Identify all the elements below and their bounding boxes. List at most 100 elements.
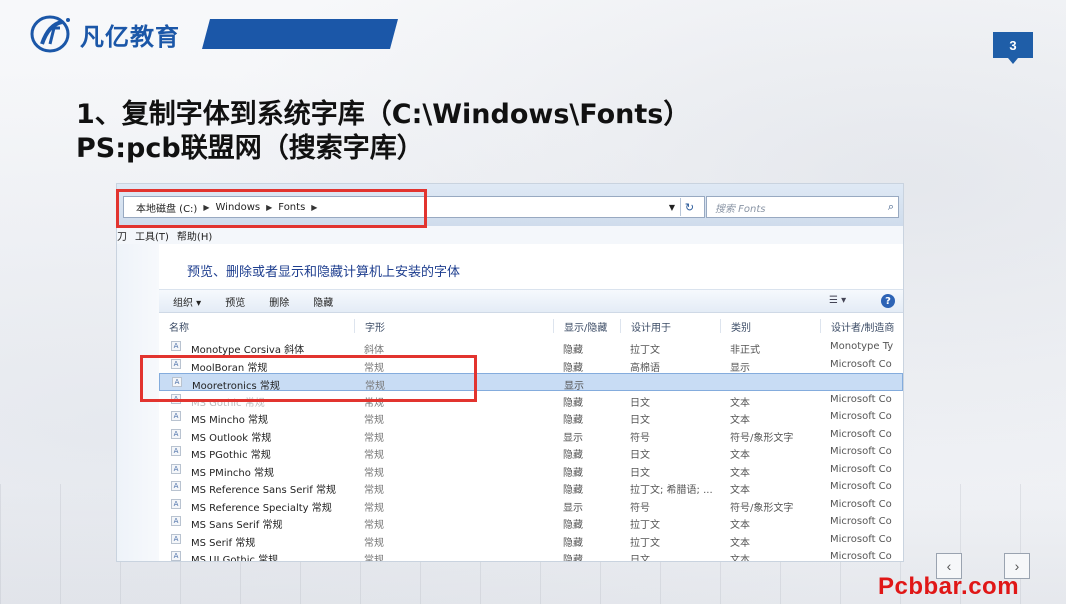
font-designed-for: 日文 bbox=[630, 397, 650, 409]
font-category: 文本 bbox=[730, 555, 750, 562]
font-designer: Microsoft Co bbox=[830, 498, 892, 510]
font-designed-for: 日文 bbox=[630, 450, 650, 461]
font-style: 常规 bbox=[364, 450, 384, 461]
column-header: 名称 字形 显示/隐藏 设计用于 类别 设计者/制造商 bbox=[159, 317, 903, 334]
font-designer: Microsoft Co bbox=[830, 446, 892, 457]
font-row[interactable]: A MS Mincho 常规 常规 隐藏 日文 文本 Microsoft Co bbox=[159, 408, 903, 426]
hide-button[interactable]: 隐藏 bbox=[313, 294, 333, 309]
font-visibility: 隐藏 bbox=[563, 397, 583, 409]
font-visibility: 隐藏 bbox=[563, 345, 583, 356]
font-category: 文本 bbox=[730, 467, 750, 479]
font-designer: Microsoft Co bbox=[830, 516, 892, 527]
font-style: 常规 bbox=[364, 555, 384, 562]
delete-button[interactable]: 删除 bbox=[269, 294, 289, 309]
font-designer: Monotype Ty bbox=[830, 341, 894, 352]
font-visibility: 隐藏 bbox=[563, 415, 583, 426]
font-row[interactable]: A Monotype Corsiva 斜体 斜体 隐藏 拉丁文 非正式 Monotype T… bbox=[159, 338, 903, 356]
font-file-icon: A bbox=[171, 463, 181, 474]
view-options-icon[interactable]: ☰ ▾ bbox=[829, 295, 846, 306]
font-row[interactable]: A MS Reference Sans Serif 常规 常规 隐藏 拉丁文; 希腊语;… bbox=[159, 478, 903, 496]
font-file-icon: A bbox=[171, 516, 181, 526]
font-visibility: 显示 bbox=[563, 502, 583, 514]
font-name: MS UI Gothic 常规 bbox=[191, 555, 279, 562]
font-designed-for: 拉丁文 bbox=[630, 537, 660, 549]
font-highlight-box bbox=[140, 355, 477, 402]
font-file-icon: A bbox=[171, 551, 181, 561]
font-file-icon: A bbox=[171, 411, 181, 421]
font-designed-for: 日文 bbox=[630, 555, 650, 562]
brand-logo: 凡亿教育 bbox=[30, 14, 180, 54]
font-designer: Microsoft Co bbox=[830, 358, 892, 370]
font-file-icon: A bbox=[171, 498, 181, 509]
font-style: 常规 bbox=[364, 415, 384, 426]
font-name: MS PMincho 常规 bbox=[191, 467, 275, 479]
page-number: 3 bbox=[993, 32, 1033, 64]
column-style[interactable]: 字形 bbox=[354, 319, 385, 334]
font-row[interactable]: A MS PMincho 常规 常规 隐藏 日文 文本 Microsoft Co bbox=[159, 461, 903, 479]
font-category: 文本 bbox=[730, 520, 750, 531]
font-category: 文本 bbox=[730, 450, 750, 461]
brand-name: 凡亿教育 bbox=[80, 22, 180, 51]
font-file-icon: A bbox=[171, 533, 181, 544]
organize-button[interactable]: 组织 ▾ bbox=[173, 294, 201, 309]
refresh-icon[interactable]: ↻ bbox=[680, 198, 698, 216]
font-file-icon: A bbox=[171, 341, 181, 351]
font-name: MS PGothic 常规 bbox=[191, 450, 271, 461]
column-category[interactable]: 类别 bbox=[720, 319, 751, 334]
search-icon[interactable]: ⌕ bbox=[888, 200, 894, 214]
menu-item-help[interactable]: 帮助(H) bbox=[177, 228, 212, 243]
font-row[interactable]: A MS UI Gothic 常规 常规 隐藏 日文 文本 Microsoft Co bbox=[159, 548, 903, 562]
help-icon[interactable]: ? bbox=[881, 294, 895, 308]
font-designed-for: 符号 bbox=[630, 502, 650, 514]
font-row[interactable]: A MS PGothic 常规 常规 隐藏 日文 文本 Microsoft Co bbox=[159, 443, 903, 461]
font-name: MS Outlook 常规 bbox=[191, 432, 272, 444]
font-designed-for: 拉丁文 bbox=[630, 345, 660, 356]
font-style: 常规 bbox=[364, 520, 384, 531]
menu-item-tools[interactable]: 工具(T) bbox=[135, 228, 169, 243]
column-designer[interactable]: 设计者/制造商 bbox=[820, 319, 894, 334]
menu-bar: 刀 工具(T) 帮助(H) bbox=[117, 226, 903, 244]
column-name[interactable]: 名称 bbox=[159, 319, 189, 334]
font-category: 非正式 bbox=[730, 345, 760, 356]
font-row[interactable]: A MS Outlook 常规 常规 显示 符号 符号/象形文字 Microsoft Co bbox=[159, 426, 903, 444]
fonts-heading: 预览、删除或者显示和隐藏计算机上安装的字体 bbox=[187, 265, 461, 280]
font-name: MS Serif 常规 bbox=[191, 537, 256, 549]
column-show-hide[interactable]: 显示/隐藏 bbox=[553, 319, 607, 334]
preview-button[interactable]: 预览 bbox=[225, 294, 245, 309]
column-designed-for[interactable]: 设计用于 bbox=[620, 319, 671, 334]
font-designed-for: 日文 bbox=[630, 415, 650, 426]
font-visibility: 隐藏 bbox=[563, 450, 583, 461]
watermark-text: Pcbbar.com bbox=[878, 573, 1020, 600]
font-name: MS Reference Specialty 常规 bbox=[191, 502, 332, 514]
font-category: 文本 bbox=[730, 397, 750, 409]
font-designer: Microsoft Co bbox=[830, 411, 892, 422]
font-name: MS Reference Sans Serif 常规 bbox=[191, 485, 336, 496]
font-category: 文本 bbox=[730, 537, 750, 549]
font-row[interactable]: A MS Sans Serif 常规 常规 隐藏 拉丁文 文本 Microsoft Co bbox=[159, 513, 903, 531]
font-designed-for: 日文 bbox=[630, 467, 650, 479]
font-category: 文本 bbox=[730, 485, 750, 496]
font-row[interactable]: A MS Reference Specialty 常规 常规 显示 符号 符号/象形文字 M… bbox=[159, 496, 903, 514]
font-category: 符号/象形文字 bbox=[730, 502, 794, 514]
font-visibility: 隐藏 bbox=[563, 467, 583, 479]
font-designer: Microsoft Co bbox=[830, 533, 892, 545]
font-name: Monotype Corsiva 斜体 bbox=[191, 345, 305, 356]
title-line-1: 1、复制字体到系统字库（C:\Windows\Fonts） bbox=[76, 99, 691, 130]
address-dropdown-icon[interactable]: ▼ bbox=[665, 196, 679, 218]
font-visibility: 隐藏 bbox=[563, 485, 583, 496]
font-file-icon: A bbox=[171, 428, 181, 439]
font-designed-for: 拉丁文; 希腊语; ... bbox=[630, 485, 713, 496]
font-category: 符号/象形文字 bbox=[730, 432, 794, 444]
search-input[interactable]: 搜索 Fonts ⌕ bbox=[706, 196, 899, 218]
font-visibility: 隐藏 bbox=[563, 555, 583, 562]
menu-item-clipped[interactable]: 刀 bbox=[117, 228, 127, 243]
address-highlight-box bbox=[116, 189, 427, 228]
search-placeholder: 搜索 Fonts bbox=[715, 203, 766, 215]
command-bar: 组织 ▾ 预览 删除 隐藏 ☰ ▾ ? bbox=[159, 289, 903, 313]
font-category: 文本 bbox=[730, 415, 750, 426]
font-designer: Microsoft Co bbox=[830, 463, 892, 475]
font-file-icon: A bbox=[171, 481, 181, 491]
font-style: 常规 bbox=[364, 537, 384, 549]
font-visibility: 隐藏 bbox=[563, 362, 583, 374]
font-row[interactable]: A MS Serif 常规 常规 隐藏 拉丁文 文本 Microsoft Co bbox=[159, 531, 903, 549]
